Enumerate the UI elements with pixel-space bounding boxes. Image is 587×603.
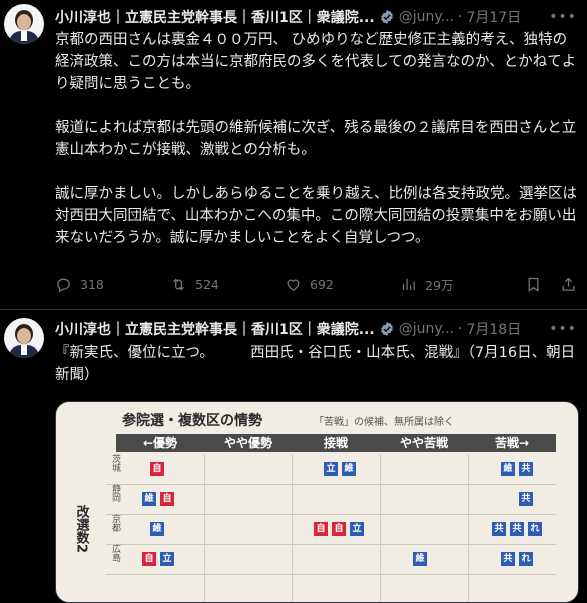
party-chip: 維 <box>501 462 515 476</box>
post-paragraph: 『新実氏、優位に立つ。 西田氏・谷口氏・山本氏、混戦』（7月16日、朝日新聞） <box>55 345 576 383</box>
bookmark-icon[interactable] <box>525 276 542 293</box>
views-button[interactable]: 29万 <box>400 275 515 294</box>
party-chip: 維 <box>150 522 164 536</box>
prefecture-label: 茨城 <box>110 454 120 472</box>
view-count: 29万 <box>425 277 454 293</box>
post-date[interactable]: 7月18日 <box>466 319 521 339</box>
party-chip: れ <box>519 552 533 566</box>
like-count: 692 <box>310 276 334 292</box>
post-date[interactable]: 7月17日 <box>466 7 521 27</box>
image-side-label: 改選数2 <box>60 454 102 602</box>
party-chip: 共 <box>492 522 506 536</box>
post-1[interactable]: 小川淳也｜立憲民主党幹事長｜香川1区｜衆議院... @juny... · 7月1… <box>0 0 587 310</box>
party-chip: 維 <box>142 492 156 506</box>
party-chip: 自 <box>160 492 174 506</box>
party-chip: 自 <box>142 552 156 566</box>
column-label: 接戦 <box>323 436 348 450</box>
like-button[interactable]: 692 <box>285 276 400 293</box>
party-chip: 立 <box>160 552 174 566</box>
post-paragraph: 京都の西田さんは裏金４００万円、 ひめゆりなど歴史修正主義的考え、独特の経済政策… <box>55 32 577 92</box>
image-note: 「苦戦」の候補、無所属は除く <box>314 417 454 428</box>
image-row: 広島 自 立 維 共 れ <box>106 544 556 575</box>
image-title: 参院選・複数区の情勢 <box>122 413 262 429</box>
post-2[interactable]: 小川淳也｜立憲民主党幹事長｜香川1区｜衆議院... @juny... · 7月1… <box>0 310 587 603</box>
reply-icon <box>57 278 70 292</box>
repost-button[interactable]: 524 <box>170 276 285 293</box>
column-label: やや優勢 <box>223 436 272 450</box>
party-chip: 自 <box>332 522 346 536</box>
author-avatar[interactable] <box>4 318 44 358</box>
separator-dot: · <box>457 321 463 337</box>
avatar-shirt <box>21 31 27 41</box>
verified-badge-icon <box>380 322 393 336</box>
column-label: ←優勢 <box>142 436 178 450</box>
image-row: 茨城 自 立 維 維 共 <box>106 454 556 485</box>
reply-button[interactable]: 318 <box>55 276 170 293</box>
party-chip: 維 <box>413 552 427 566</box>
post-actions: 318 524 692 29万 <box>55 274 577 294</box>
column-label: やや苦戦 <box>399 436 448 450</box>
post-image[interactable]: 参院選・複数区の情勢 「苦戦」の候補、無所属は除く ←優勢 やや優勢 接戦 やや… <box>55 401 579 603</box>
party-chip: れ <box>528 522 542 536</box>
party-chip: 共 <box>501 552 515 566</box>
side-label-text: 改選数2 <box>73 504 89 554</box>
prefecture-label: 静岡 <box>110 484 120 502</box>
image-row: 静岡 維 自 共 <box>106 484 556 515</box>
avatar-shirt <box>21 345 27 355</box>
prefecture-label: 京都 <box>110 514 120 532</box>
author-name[interactable]: 小川淳也｜立憲民主党幹事長｜香川1区｜衆議院... <box>55 319 375 339</box>
party-chip: 共 <box>510 522 524 536</box>
separator-dot: · <box>457 9 463 25</box>
post-secondary-actions <box>525 276 577 293</box>
party-chip: 自 <box>150 462 164 476</box>
post-paragraph: 誠に厚かましい。しかしあらゆることを乗り越え、比例は各支持政党。選挙区は対西田大… <box>55 186 577 246</box>
more-horizontal-icon[interactable]: ••• <box>549 321 577 337</box>
image-column-header: ←優勢 やや優勢 接戦 やや苦戦 苦戦→ <box>116 434 556 452</box>
column-label: 苦戦→ <box>494 436 530 450</box>
reply-count: 318 <box>80 276 104 292</box>
party-chip: 立 <box>350 522 364 536</box>
views-icon <box>402 278 415 290</box>
repost-count: 524 <box>195 276 219 292</box>
party-chip: 共 <box>519 462 533 476</box>
post-paragraph: 報道によれば京都は先頭の維新候補に次ぎ、残る最後の２議席目を西田さんと立憲山本わ… <box>55 120 577 158</box>
post-header: 小川淳也｜立憲民主党幹事長｜香川1区｜衆議院... @juny... · 7月1… <box>55 319 577 339</box>
party-chip: 共 <box>519 492 533 506</box>
avatar-face <box>17 328 31 344</box>
avatar-face <box>17 14 31 30</box>
party-chip: 立 <box>324 462 338 476</box>
post-header: 小川淳也｜立憲民主党幹事長｜香川1区｜衆議院... @juny... · 7月1… <box>55 7 577 27</box>
author-avatar[interactable] <box>4 4 44 44</box>
post-text: 京都の西田さんは裏金４００万円、 ひめゆりなど歴史修正主義的考え、独特の経済政策… <box>55 29 577 249</box>
verified-badge-icon <box>380 10 393 24</box>
image-row: 京都 維 自 自 立 共 共 れ <box>106 514 556 545</box>
heart-icon <box>287 279 300 291</box>
repost-icon <box>173 278 184 290</box>
party-chip: 自 <box>314 522 328 536</box>
author-handle[interactable]: @juny... <box>399 321 454 337</box>
share-icon[interactable] <box>560 276 577 293</box>
post-text: 『新実氏、優位に立つ。 西田氏・谷口氏・山本氏、混戦』（7月16日、朝日新聞） <box>55 342 577 386</box>
party-chip: 維 <box>342 462 356 476</box>
more-horizontal-icon[interactable]: ••• <box>549 9 577 25</box>
author-name[interactable]: 小川淳也｜立憲民主党幹事長｜香川1区｜衆議院... <box>55 7 375 27</box>
prefecture-label: 広島 <box>110 544 120 562</box>
author-handle[interactable]: @juny... <box>399 9 454 25</box>
